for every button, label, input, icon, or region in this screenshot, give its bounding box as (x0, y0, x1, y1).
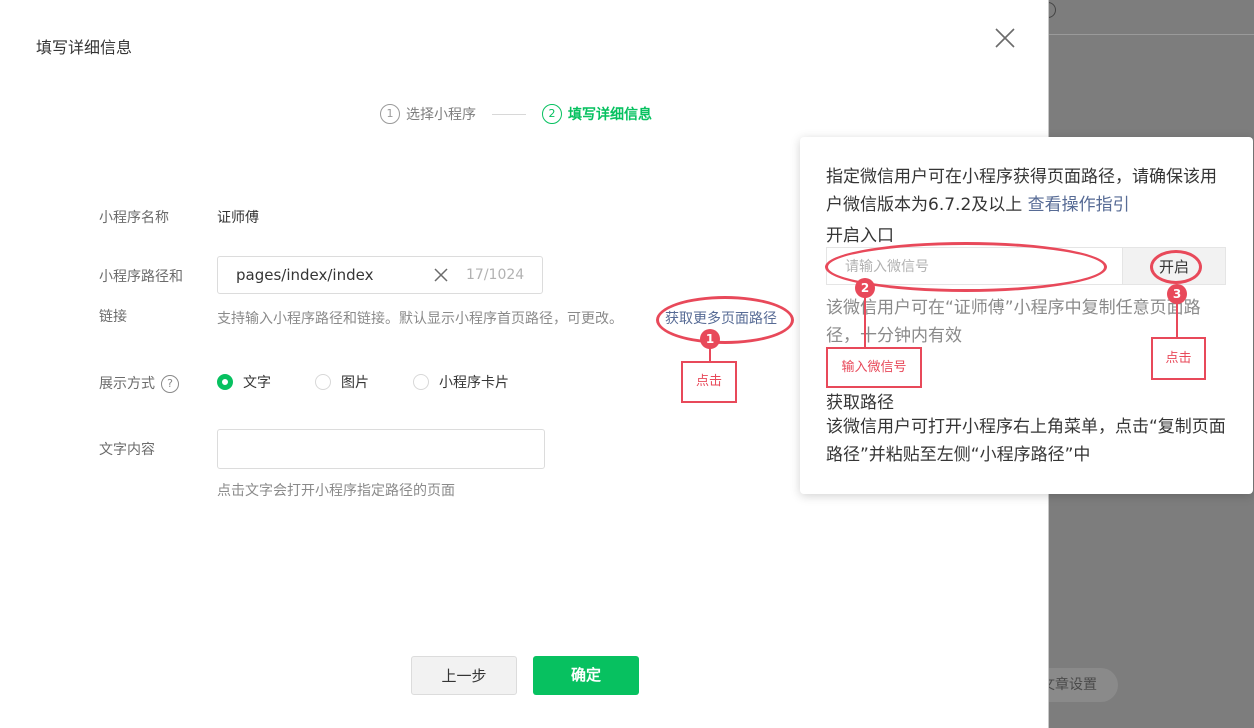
step-select-miniprogram[interactable]: 1 选择小程序 (380, 104, 476, 124)
radio-label: 图片 (341, 375, 369, 391)
step-connector (492, 113, 526, 115)
annotation-ellipse-3 (1150, 250, 1202, 284)
annotation-line-2 (864, 296, 866, 348)
get-path-note: 该微信用户可打开小程序右上角菜单，点击“复制页面路径”并粘贴至左侧“小程序路径”… (826, 417, 1226, 465)
prev-step-button[interactable]: 上一步 (411, 656, 517, 695)
help-icon[interactable]: ? (161, 375, 179, 393)
annotation-label-3: 点击 (1151, 337, 1206, 380)
path-label-cont: 链接 (99, 309, 127, 325)
annotation-label-2: 输入微信号 (826, 347, 922, 388)
annotation-line-3 (1176, 302, 1178, 338)
miniprogram-name-value: 证师傅 (217, 210, 259, 226)
annotation-badge-3: 3 (1167, 284, 1187, 304)
enable-entry-heading: 开启入口 (826, 226, 894, 246)
annotation-line-1 (709, 348, 711, 362)
annotation-label-1: 点击 (681, 361, 737, 403)
radio-image[interactable]: 图片 (315, 372, 369, 392)
radio-label: 小程序卡片 (439, 375, 509, 391)
close-button[interactable] (993, 26, 1017, 50)
step-label: 填写详细信息 (568, 107, 652, 123)
radio-checked-icon (217, 374, 233, 390)
path-label: 小程序路径和 (99, 269, 183, 285)
step-number: 2 (542, 104, 562, 124)
text-content-input[interactable] (217, 429, 545, 469)
path-access-popover: 指定微信用户可在小程序获得页面路径，请确保该用户微信版本为6.7.2及以上 查看… (800, 137, 1253, 494)
path-input-value: pages/index/index (236, 266, 374, 284)
view-guide-link[interactable]: 查看操作指引 (1028, 195, 1130, 215)
step-indicator: 1 选择小程序 2 填写详细信息 (380, 102, 652, 126)
display-mode-label: 展示方式? (99, 373, 179, 393)
close-icon (995, 28, 1015, 48)
radio-unchecked-icon (315, 374, 331, 390)
display-mode-label-text: 展示方式 (99, 376, 155, 392)
path-input[interactable]: pages/index/index 17/1024 (217, 256, 543, 294)
text-content-hint: 点击文字会打开小程序指定路径的页面 (217, 483, 455, 499)
get-path-heading: 获取路径 (826, 393, 894, 413)
step-number: 1 (380, 104, 400, 124)
confirm-button[interactable]: 确定 (533, 656, 639, 695)
path-char-count: 17/1024 (466, 267, 525, 283)
path-hint: 支持输入小程序路径和链接。默认显示小程序首页路径，可更改。 (217, 311, 623, 327)
annotation-badge-2: 2 (855, 278, 875, 298)
popover-description: 指定微信用户可在小程序获得页面路径，请确保该用户微信版本为6.7.2及以上 查看… (826, 163, 1226, 219)
clear-icon[interactable] (432, 266, 450, 284)
radio-label: 文字 (243, 375, 271, 391)
annotation-badge-1: 1 (700, 329, 720, 349)
popover-description-text: 指定微信用户可在小程序获得页面路径，请确保该用户微信版本为6.7.2及以上 (826, 167, 1217, 215)
radio-text[interactable]: 文字 (217, 372, 271, 392)
background-divider (1048, 34, 1254, 35)
step-fill-details: 2 填写详细信息 (542, 104, 652, 124)
miniprogram-name-label: 小程序名称 (99, 210, 169, 226)
step-label: 选择小程序 (406, 107, 476, 123)
annotation-ellipse-1 (656, 296, 794, 344)
radio-unchecked-icon (413, 374, 429, 390)
text-content-label: 文字内容 (99, 442, 155, 458)
radio-miniprogram-card[interactable]: 小程序卡片 (413, 372, 509, 392)
dialog-title: 填写详细信息 (36, 38, 133, 57)
display-mode-radio-group: 文字 图片 小程序卡片 (217, 372, 553, 392)
